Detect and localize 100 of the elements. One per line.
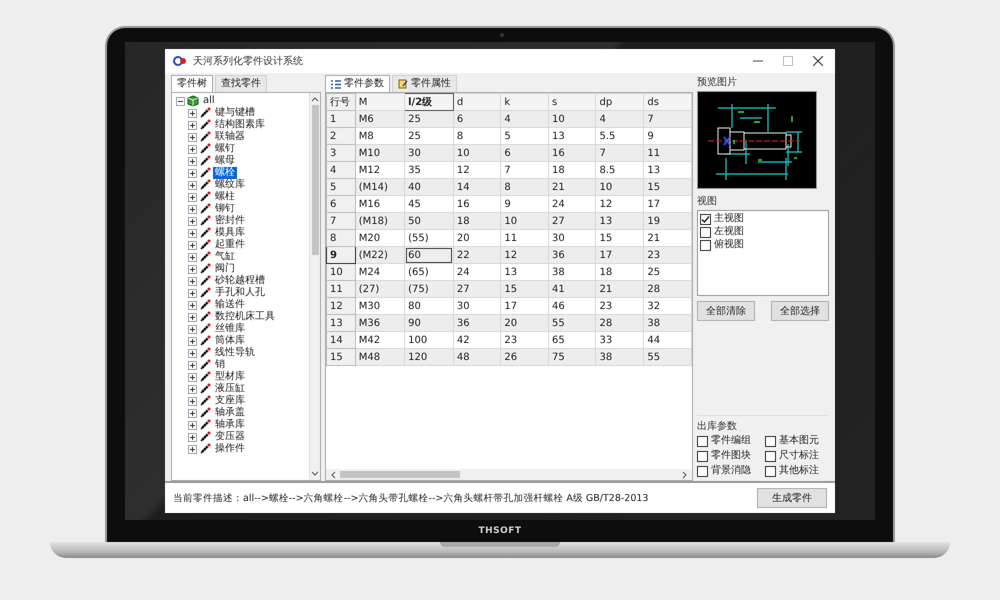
- horizontal-scrollbar[interactable]: [326, 469, 692, 480]
- row-header[interactable]: 6: [326, 196, 356, 212]
- row-header[interactable]: 10: [326, 264, 356, 280]
- tree-item[interactable]: 气缸: [213, 251, 237, 263]
- checkbox[interactable]: [697, 436, 708, 446]
- close-icon[interactable]: [813, 56, 823, 66]
- expand-icon[interactable]: [188, 444, 197, 454]
- tab[interactable]: 零件树: [171, 75, 213, 92]
- expand-icon[interactable]: [188, 348, 197, 358]
- row-header[interactable]: 9: [326, 246, 356, 264]
- row-header[interactable]: 5: [326, 178, 356, 196]
- tree-item[interactable]: 输送件: [213, 299, 247, 311]
- expand-icon[interactable]: [188, 228, 197, 238]
- tree-item[interactable]: 螺钉: [213, 143, 237, 155]
- vertical-scrollbar[interactable]: [309, 93, 320, 480]
- expand-icon[interactable]: [188, 324, 197, 334]
- tab[interactable]: 零件参数: [325, 75, 390, 92]
- column-header[interactable]: ds: [644, 94, 692, 110]
- row-header[interactable]: 7: [326, 212, 356, 230]
- tree-item[interactable]: 螺母: [213, 155, 237, 167]
- expand-icon[interactable]: [188, 108, 197, 118]
- checkbox[interactable]: [697, 466, 708, 476]
- expand-icon[interactable]: [188, 204, 197, 214]
- tree-item[interactable]: 键与键槽: [213, 107, 257, 119]
- checkbox[interactable]: [700, 240, 711, 250]
- tab[interactable]: 零件属性: [392, 75, 457, 92]
- tree-item[interactable]: 筒体库: [213, 335, 247, 347]
- tree-item[interactable]: 螺柱: [213, 191, 237, 203]
- expand-icon[interactable]: [188, 180, 197, 190]
- expand-icon[interactable]: [188, 156, 197, 166]
- tab[interactable]: 查找零件: [215, 75, 267, 92]
- expand-icon[interactable]: [188, 216, 197, 226]
- tree-item[interactable]: 铆钉: [213, 203, 237, 215]
- expand-icon[interactable]: [188, 240, 197, 250]
- row-header[interactable]: 12: [326, 298, 356, 314]
- tree-item[interactable]: 丝锥库: [213, 323, 247, 335]
- row-header[interactable]: 8: [326, 230, 356, 246]
- scroll-down-icon[interactable]: [311, 471, 319, 477]
- column-header[interactable]: d: [453, 94, 501, 110]
- column-header[interactable]: M: [355, 94, 405, 110]
- action-button[interactable]: 全部选择: [771, 301, 829, 321]
- tree-item[interactable]: 液压缸: [213, 383, 247, 395]
- expand-icon[interactable]: [188, 264, 197, 274]
- tree-item[interactable]: 数控机床工具: [213, 311, 277, 323]
- column-header[interactable]: s: [548, 94, 596, 110]
- row-header[interactable]: 1: [326, 110, 356, 128]
- tree-item[interactable]: 结构图素库: [213, 119, 267, 131]
- expand-icon[interactable]: [188, 360, 197, 370]
- expand-icon[interactable]: [188, 312, 197, 322]
- expand-icon[interactable]: [188, 252, 197, 262]
- action-button[interactable]: 全部清除: [697, 301, 755, 321]
- tree-item[interactable]: 轴承库: [213, 419, 247, 431]
- row-header[interactable]: 11: [326, 280, 356, 298]
- column-header[interactable]: l/2级: [404, 94, 454, 110]
- expand-icon[interactable]: [188, 432, 197, 442]
- scroll-up-icon[interactable]: [311, 96, 319, 102]
- checkbox[interactable]: [765, 436, 776, 446]
- collapse-icon[interactable]: [176, 96, 185, 106]
- expand-icon[interactable]: [188, 144, 197, 154]
- expand-icon[interactable]: [188, 300, 197, 310]
- scroll-left-icon[interactable]: [330, 470, 336, 478]
- tree-item[interactable]: 销: [213, 359, 227, 371]
- tree-item[interactable]: 阀门: [213, 263, 237, 275]
- tree-item[interactable]: 轴承盖: [213, 407, 247, 419]
- checkbox[interactable]: [700, 214, 711, 224]
- expand-icon[interactable]: [188, 336, 197, 346]
- scroll-right-icon[interactable]: [682, 470, 688, 478]
- tree-item[interactable]: 变压器: [213, 431, 247, 443]
- checkbox[interactable]: [765, 466, 776, 476]
- row-header[interactable]: 3: [326, 144, 356, 162]
- tree-item[interactable]: 手孔和人孔: [213, 287, 267, 299]
- tree-item[interactable]: 起重件: [213, 239, 247, 251]
- expand-icon[interactable]: [188, 384, 197, 394]
- expand-icon[interactable]: [188, 168, 197, 178]
- tree-item[interactable]: 线性导轨: [213, 347, 257, 359]
- tree-item[interactable]: 螺纹库: [213, 179, 247, 191]
- tree-item[interactable]: 支座库: [213, 395, 247, 407]
- expand-icon[interactable]: [188, 396, 197, 406]
- checkbox[interactable]: [697, 450, 708, 462]
- expand-icon[interactable]: [188, 276, 197, 286]
- checkbox[interactable]: [700, 226, 711, 238]
- tree-item[interactable]: 密封件: [213, 215, 247, 227]
- tree-item[interactable]: all: [201, 95, 217, 107]
- expand-icon[interactable]: [188, 408, 197, 418]
- column-header[interactable]: k: [500, 94, 548, 110]
- generate-button[interactable]: 生成零件: [757, 488, 827, 508]
- expand-icon[interactable]: [188, 372, 197, 382]
- expand-icon[interactable]: [188, 120, 197, 130]
- row-header[interactable]: 4: [326, 162, 356, 178]
- tree-item[interactable]: 联轴器: [213, 131, 247, 143]
- expand-icon[interactable]: [188, 132, 197, 142]
- row-header[interactable]: 14: [326, 332, 356, 348]
- tree-item[interactable]: 砂轮越程槽: [213, 275, 267, 287]
- tree-item[interactable]: 型材库: [213, 371, 247, 383]
- column-header[interactable]: dp: [596, 94, 644, 110]
- row-header[interactable]: 15: [326, 348, 356, 366]
- tree-item[interactable]: 模具库: [213, 227, 247, 239]
- checkbox[interactable]: [765, 450, 776, 462]
- expand-icon[interactable]: [188, 288, 197, 298]
- expand-icon[interactable]: [188, 192, 197, 202]
